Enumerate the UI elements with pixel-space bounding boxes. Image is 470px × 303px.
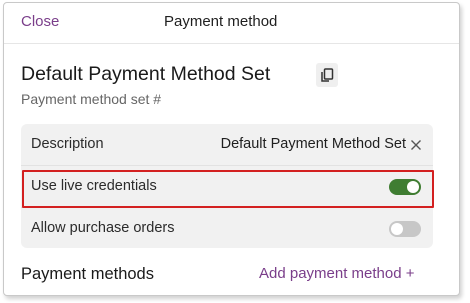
toggle-knob [391,223,403,235]
payment-method-panel: Close Payment method Default Payment Met… [3,2,460,296]
panel-title: Payment method [164,13,278,30]
add-payment-method-button[interactable]: Add payment method + [259,265,415,282]
payment-set-title: Default Payment Method Set [21,63,271,85]
payment-methods-heading: Payment methods [21,265,154,283]
description-label: Description [31,136,104,152]
clear-description-button[interactable] [409,136,423,152]
toggle-knob [407,181,419,193]
purchase-orders-row: Allow purchase orders [21,208,433,249]
description-row: Description Default Payment Method Set [21,124,433,165]
purchase-orders-label: Allow purchase orders [31,220,175,236]
settings-card: Description Default Payment Method Set U… [21,124,433,248]
purchase-orders-toggle[interactable] [389,221,421,237]
close-icon [411,140,421,150]
description-value[interactable]: Default Payment Method Set [221,136,406,152]
payment-set-id: Payment method set # [21,91,162,107]
live-credentials-row: Use live credentials [21,166,433,207]
live-credentials-toggle[interactable] [389,179,421,195]
copy-button[interactable] [316,63,338,87]
close-button[interactable]: Close [21,13,59,30]
panel-header: Close Payment method [4,3,459,44]
live-credentials-label: Use live credentials [31,178,157,194]
copy-icon [321,68,334,82]
